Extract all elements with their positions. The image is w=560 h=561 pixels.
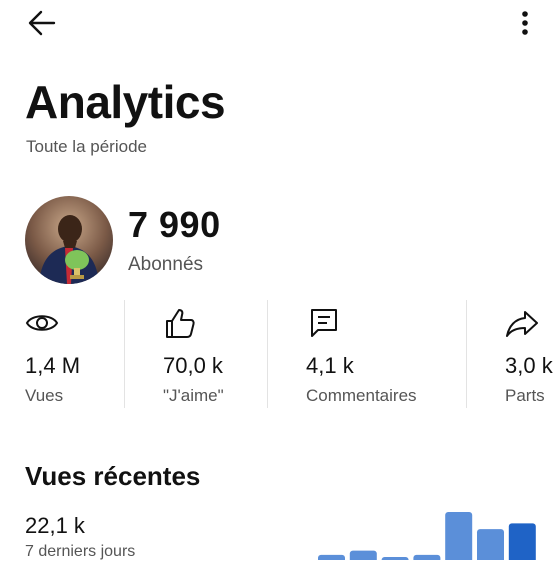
subscriber-label: Abonnés [128, 254, 204, 275]
back-button[interactable] [24, 6, 60, 42]
recent-views-title: Vues récentes [25, 461, 201, 491]
share-icon [506, 311, 538, 337]
more-vertical-icon [522, 11, 528, 35]
thumbs-up-icon [166, 309, 195, 338]
eye-icon [25, 315, 59, 331]
chart-bar [413, 554, 441, 560]
arrow-left-icon [28, 10, 56, 36]
stat-value: 1,4 M [25, 353, 81, 378]
top-bar [0, 0, 560, 46]
subscriber-count: 7 990 [128, 204, 221, 245]
chart-bar [318, 554, 345, 560]
stat-label: "J'aime" [163, 386, 224, 405]
stat-value: 4,1 k [306, 353, 354, 378]
divider [466, 300, 467, 408]
stat-label: Commentaires [306, 386, 417, 405]
stat-value: 70,0 k [163, 353, 223, 378]
stat-label: Parts [505, 386, 545, 405]
recent-views-chart[interactable] [310, 500, 560, 560]
divider [124, 300, 125, 408]
avatar[interactable] [25, 196, 113, 284]
more-options-button[interactable] [510, 6, 540, 42]
chart-bar [508, 523, 536, 560]
user-avatar [25, 196, 113, 284]
page-title: Analytics [25, 76, 226, 128]
chart-bar [477, 529, 504, 560]
stat-value: 3,0 k [505, 353, 553, 378]
divider [267, 300, 268, 408]
comment-icon [311, 309, 337, 337]
stat-label: Vues [25, 386, 64, 405]
recent-views-value: 22,1 k [25, 513, 85, 538]
chart-bar [349, 550, 377, 560]
stats-row: 1,4 M Vues 70,0 k "J'aime" 4,1 k Comment… [0, 300, 560, 410]
recent-views-period: 7 derniers jours [25, 543, 136, 560]
period-subtitle: Toute la période [26, 137, 147, 156]
chart-bar [445, 512, 473, 560]
